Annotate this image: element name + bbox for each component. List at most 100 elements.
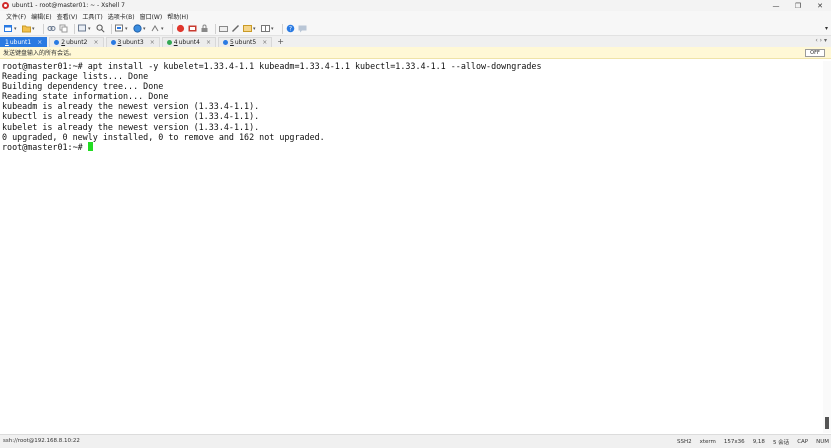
script-icon[interactable] xyxy=(151,24,160,33)
terminal-size-status: 157x36 xyxy=(723,439,745,445)
connection-address: ssh://root@192.168.8.10:22 xyxy=(3,438,80,444)
title-bar: ubunt1 - root@master01: ~ - Xshell 7 — ❐… xyxy=(0,0,831,11)
tab-number: 3 xyxy=(117,39,122,46)
window-title: ubunt1 - root@master01: ~ - Xshell 7 xyxy=(12,2,125,9)
protocol-status: SSH2 xyxy=(676,439,692,445)
menu-file[interactable]: 文件(F) xyxy=(6,12,26,21)
link-icon[interactable] xyxy=(47,24,56,33)
terminal-scrollbar[interactable] xyxy=(823,61,831,433)
chevron-down-icon[interactable]: ▾ xyxy=(125,26,130,32)
chevron-down-icon[interactable]: ▾ xyxy=(143,26,148,32)
session-status-icon xyxy=(223,40,228,45)
chevron-down-icon[interactable]: ▾ xyxy=(271,26,276,32)
chevron-down-icon[interactable]: ▾ xyxy=(253,26,258,32)
session-status-icon xyxy=(54,40,60,45)
chevron-down-icon[interactable]: ▾ xyxy=(161,26,166,32)
close-button[interactable]: ✕ xyxy=(809,0,831,11)
toolbar-divider xyxy=(111,23,112,34)
tab-close-icon[interactable]: × xyxy=(37,39,42,46)
keyboard-icon[interactable] xyxy=(219,24,228,33)
terminal-line: kubectl is already the newest version (1… xyxy=(2,111,260,122)
terminal-line: kubelet is already the newest version (1… xyxy=(2,121,260,132)
layout-icon[interactable] xyxy=(243,24,252,33)
tab-navigation-arrows[interactable]: ‹ › ▾ xyxy=(815,37,827,44)
chevron-down-icon[interactable]: ▾ xyxy=(88,26,93,32)
terminal-output[interactable]: root@master01:~# apt install -y kubelet=… xyxy=(0,61,823,433)
off-toggle-button[interactable]: OFF xyxy=(805,49,825,57)
maximize-button[interactable]: ❐ xyxy=(787,0,809,11)
terminal-prompt: root@master01:~# xyxy=(2,141,88,152)
globe-icon[interactable] xyxy=(133,24,142,33)
grid-layout-icon[interactable] xyxy=(261,24,270,33)
toolbar-divider xyxy=(172,23,173,34)
status-indicators: SSH2 xterm 157x36 9,18 5 会话 CAP NUM xyxy=(669,438,829,446)
terminal-cursor xyxy=(87,141,93,151)
tab-ubunt3[interactable]: 3 ubunt3 × xyxy=(105,37,160,47)
toolbar-divider xyxy=(215,23,216,34)
tab-close-icon[interactable]: × xyxy=(262,39,267,46)
copy-icon[interactable] xyxy=(59,24,68,33)
menu-view[interactable]: 查看(V) xyxy=(57,12,78,21)
terminal-type-status: xterm xyxy=(699,439,716,445)
chevron-down-icon[interactable]: ▾ xyxy=(14,26,19,32)
session-status-icon xyxy=(166,40,172,45)
new-session-icon[interactable] xyxy=(4,24,13,33)
cursor-position-status: 9,18 xyxy=(752,439,765,445)
add-tab-button[interactable]: + xyxy=(277,37,284,47)
session-status-icon xyxy=(110,40,116,45)
tab-label: ubunt3 xyxy=(122,39,144,46)
tab-label: ubunt4 xyxy=(178,39,200,46)
zoom-icon[interactable] xyxy=(96,24,105,33)
tab-ubunt4[interactable]: 4 ubunt4 × xyxy=(161,37,216,47)
tab-close-icon[interactable]: × xyxy=(150,39,155,46)
toolbar: ▾ ▾ ▾ ▾ ▾ ▾ ▾ ▾ ? ▾ xyxy=(0,22,831,36)
terminal-prompt-line: root@master01:~# xyxy=(2,141,823,152)
tab-label: ubunt1 xyxy=(9,39,32,46)
toolbar-divider xyxy=(282,23,283,34)
open-folder-icon[interactable] xyxy=(22,24,31,33)
minimize-button[interactable]: — xyxy=(765,0,787,11)
toolbar-overflow-icon[interactable]: ▾ xyxy=(825,25,828,32)
toolbar-divider xyxy=(74,23,75,34)
caps-lock-status: CAP xyxy=(797,439,809,445)
scrollbar-thumb[interactable] xyxy=(825,417,829,429)
tab-close-icon[interactable]: × xyxy=(206,39,211,46)
help-icon[interactable]: ? xyxy=(286,24,295,33)
terminal-line: 0 upgraded, 0 newly installed, 0 to remo… xyxy=(2,131,325,142)
tab-label: ubunt2 xyxy=(66,39,88,46)
num-lock-status: NUM xyxy=(816,439,829,445)
svg-text:?: ? xyxy=(289,26,292,33)
find-icon[interactable] xyxy=(78,24,87,33)
menu-bar: 文件(F) 编辑(E) 查看(V) 工具(T) 选项卡(B) 窗口(W) 帮助(… xyxy=(0,11,831,22)
chevron-down-icon[interactable]: ▾ xyxy=(32,26,37,32)
send-to-all-sessions-bar: 发送键盘输入的所有会话。 OFF xyxy=(0,47,831,59)
terminal-line: Reading state information... Done xyxy=(2,91,169,102)
toolbar-divider xyxy=(43,23,44,34)
session-tab-bar: 1 ubunt1 × 2 ubunt2 × 3 ubunt3 × 4 ubunt… xyxy=(0,36,831,47)
compose-icon[interactable] xyxy=(231,24,240,33)
notice-text: 发送键盘输入的所有会话。 xyxy=(3,50,76,57)
tab-number: 4 xyxy=(173,39,178,46)
tab-ubunt1[interactable]: 1 ubunt1 × xyxy=(0,37,48,47)
chat-icon[interactable] xyxy=(298,24,307,33)
tab-ubunt2[interactable]: 2 ubunt2 × xyxy=(49,37,104,47)
color-scheme-icon[interactable] xyxy=(115,24,124,33)
transfer-icon[interactable] xyxy=(188,24,197,33)
xshell-logo-icon xyxy=(2,2,9,9)
menu-window[interactable]: 窗口(W) xyxy=(140,12,163,21)
tab-close-icon[interactable]: × xyxy=(93,39,98,46)
tab-label: ubunt5 xyxy=(234,39,257,46)
menu-help[interactable]: 帮助(H) xyxy=(167,12,188,21)
menu-tab[interactable]: 选项卡(B) xyxy=(108,12,135,21)
lock-icon[interactable] xyxy=(200,24,209,33)
xftp-icon[interactable] xyxy=(176,24,185,33)
session-count-status: 5 会话 xyxy=(772,440,790,446)
terminal-line: Building dependency tree... Done xyxy=(2,81,164,92)
status-bar: ssh://root@192.168.8.10:22 SSH2 xterm 15… xyxy=(0,434,831,448)
window-controls: — ❐ ✕ xyxy=(765,0,831,11)
menu-edit[interactable]: 编辑(E) xyxy=(31,12,51,21)
tab-number: 2 xyxy=(61,39,66,46)
terminal-line: Reading package lists... Done xyxy=(2,71,149,82)
menu-tools[interactable]: 工具(T) xyxy=(82,12,102,21)
tab-ubunt5[interactable]: 5 ubunt5 × xyxy=(218,37,273,47)
